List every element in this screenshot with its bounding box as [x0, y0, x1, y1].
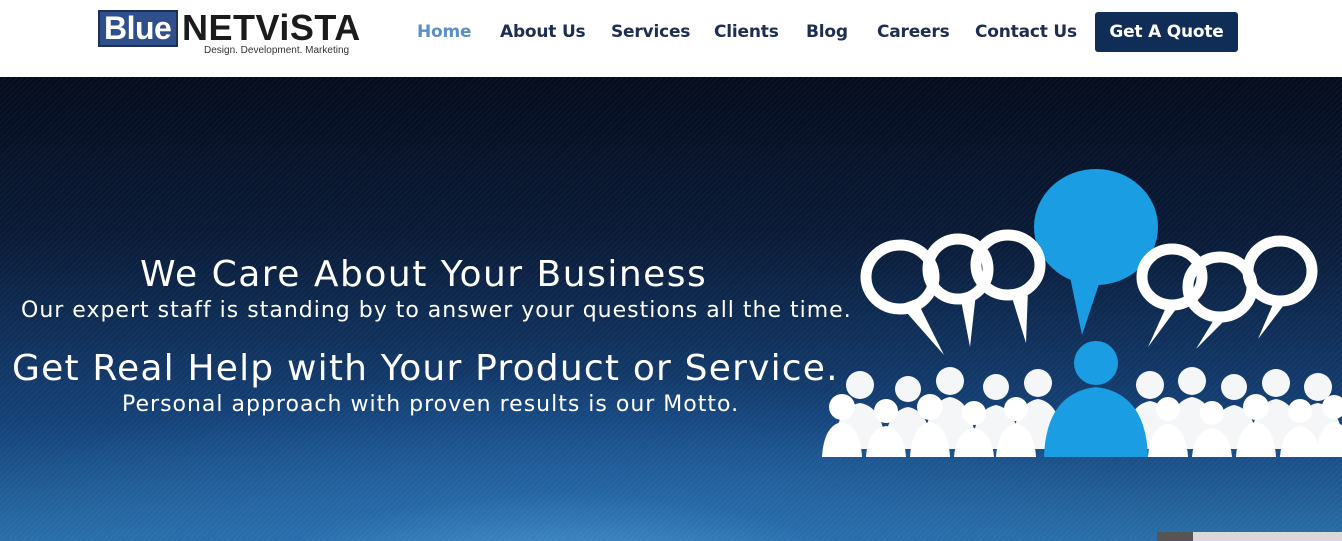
site-logo[interactable]: Blue NETViSTA Design. Development. Marke… — [98, 9, 360, 59]
slider-control[interactable] — [1157, 532, 1342, 541]
nav-home[interactable]: Home — [417, 22, 472, 42]
highlighted-person-icon — [1044, 341, 1148, 457]
nav-contact-us[interactable]: Contact Us — [975, 22, 1077, 42]
nav-services[interactable]: Services — [611, 22, 690, 42]
hero-subheading-primary: Our expert staff is standing by to answe… — [21, 298, 852, 323]
hero-subheading-secondary: Personal approach with proven results is… — [122, 392, 740, 417]
hero-slider: We Care About Your Business Our expert s… — [0, 77, 1342, 541]
nav-clients[interactable]: Clients — [714, 22, 779, 42]
logo-blue-part: Blue — [98, 10, 179, 47]
nav-blog[interactable]: Blog — [806, 22, 848, 42]
logo-tagline: Design. Development. Marketing — [204, 45, 350, 56]
hero-heading-primary: We Care About Your Business — [140, 254, 708, 295]
slider-control-active[interactable] — [1157, 532, 1193, 541]
logo-netvista-part: NETViSTA — [182, 7, 361, 48]
get-a-quote-button[interactable]: Get A Quote — [1095, 12, 1238, 52]
nav-about-us[interactable]: About Us — [500, 22, 586, 42]
speech-bubbles-icon — [860, 169, 1318, 355]
hero-heading-secondary: Get Real Help with Your Product or Servi… — [12, 348, 839, 389]
speech-bubbles-people-icon — [822, 169, 1342, 457]
site-header: Blue NETViSTA Design. Development. Marke… — [0, 0, 1342, 77]
nav-careers[interactable]: Careers — [877, 22, 950, 42]
